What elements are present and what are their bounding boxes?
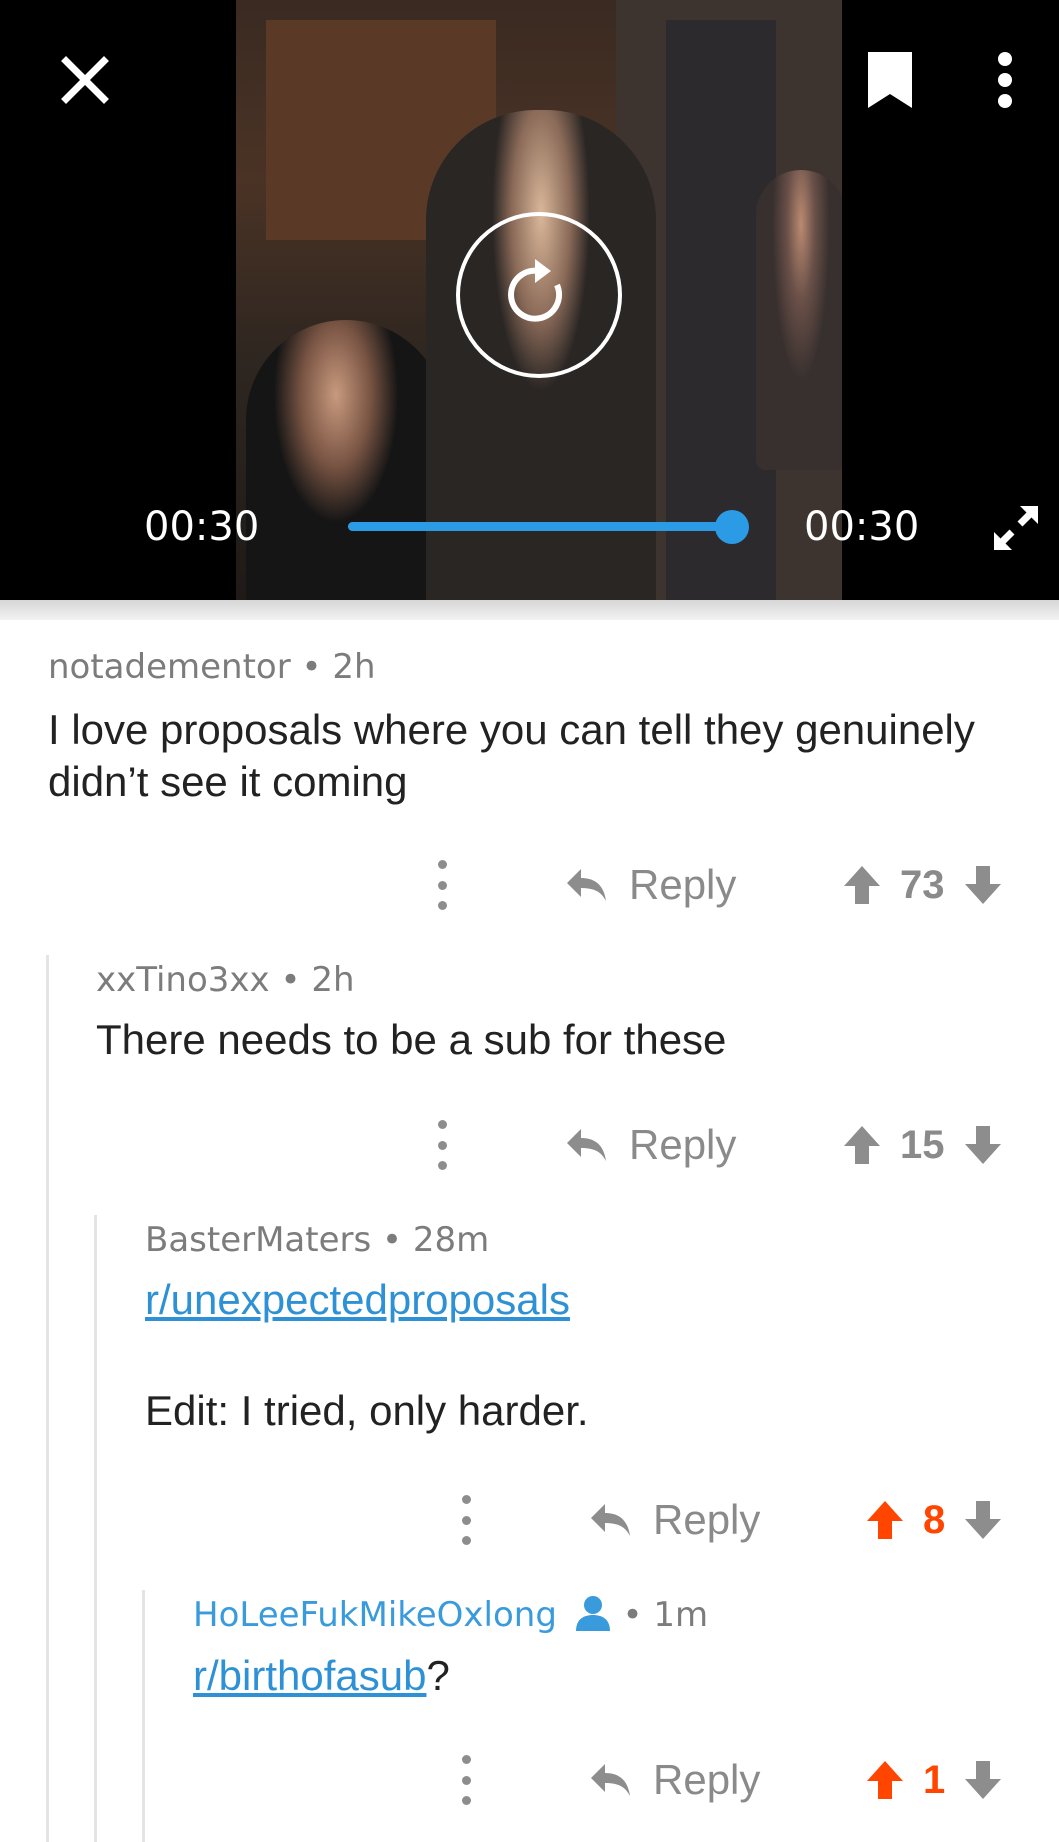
more-options-button[interactable] xyxy=(980,45,1030,115)
reply-button[interactable]: Reply xyxy=(589,1490,760,1550)
comment-age: 28m xyxy=(412,1220,490,1260)
subreddit-link[interactable]: r/birthofasub xyxy=(193,1652,426,1699)
comment-meta: notadementor • 2h xyxy=(48,647,376,687)
upvote-icon[interactable] xyxy=(842,864,882,906)
save-button[interactable] xyxy=(855,45,925,115)
subreddit-link[interactable]: r/unexpectedproposals xyxy=(145,1276,570,1323)
reply-icon xyxy=(567,869,606,901)
comment-age: 2h xyxy=(311,960,355,1000)
vote-score: 8 xyxy=(923,1497,946,1542)
comment-actions: Reply 1 xyxy=(0,1750,1059,1810)
vote-controls: 1 xyxy=(865,1750,1003,1810)
op-user-icon xyxy=(575,1596,610,1631)
downvote-icon[interactable] xyxy=(963,864,1003,906)
reply-icon xyxy=(591,1504,630,1536)
comment-author[interactable]: BasterMaters xyxy=(145,1220,371,1260)
seek-progress xyxy=(348,522,732,531)
thread-indent-line xyxy=(46,955,49,1842)
comment-author[interactable]: xxTino3xx xyxy=(96,960,270,1000)
more-vertical-icon xyxy=(998,52,1012,108)
comment-body: There needs to be a sub for these xyxy=(96,1016,727,1063)
comment-actions: Reply 8 xyxy=(0,1490,1059,1550)
reply-icon xyxy=(591,1764,630,1796)
comment-more-icon[interactable] xyxy=(427,1120,457,1170)
downvote-icon[interactable] xyxy=(963,1759,1003,1801)
close-icon xyxy=(61,56,109,104)
close-button[interactable] xyxy=(50,45,120,115)
comment-link-line: r/unexpectedproposals xyxy=(145,1274,1035,1326)
video-player[interactable]: 00:30 00:30 xyxy=(0,0,1059,600)
comment-body-suffix: ? xyxy=(426,1652,450,1699)
replay-icon xyxy=(508,259,562,322)
comment-author[interactable]: HoLeeFukMikeOxlong xyxy=(193,1595,557,1635)
comment-age: 1m xyxy=(653,1595,709,1635)
vote-controls: 15 xyxy=(842,1115,1003,1175)
reply-label: Reply xyxy=(629,1121,737,1168)
comment-more-icon[interactable] xyxy=(451,1755,481,1805)
vote-score: 73 xyxy=(900,862,945,907)
comment-meta: HoLeeFukMikeOxlong • 1m xyxy=(193,1595,709,1635)
reply-label: Reply xyxy=(653,1756,761,1803)
seek-bar[interactable] xyxy=(348,510,749,544)
vote-controls: 8 xyxy=(865,1490,1003,1550)
fullscreen-button[interactable] xyxy=(990,498,1042,558)
comment-actions: Reply 73 xyxy=(0,855,1059,915)
vote-score: 15 xyxy=(900,1122,945,1167)
upvote-icon[interactable] xyxy=(842,1124,882,1166)
comment-age: 2h xyxy=(332,647,376,687)
downvote-icon[interactable] xyxy=(963,1124,1003,1166)
reply-button[interactable]: Reply xyxy=(565,1115,736,1175)
comment-body: r/birthofasub? xyxy=(193,1650,1033,1702)
reply-icon xyxy=(567,1129,606,1161)
comment-more-icon[interactable] xyxy=(451,1495,481,1545)
vote-controls: 73 xyxy=(842,855,1003,915)
reply-label: Reply xyxy=(629,861,737,908)
comment-more-icon[interactable] xyxy=(427,860,457,910)
upvote-icon[interactable] xyxy=(865,1759,905,1801)
reply-label: Reply xyxy=(653,1496,761,1543)
fullscreen-icon xyxy=(994,506,1038,550)
comment-body: Edit: I tried, only harder. xyxy=(145,1387,589,1434)
comment-actions: Reply 15 xyxy=(0,1115,1059,1175)
upvote-icon[interactable] xyxy=(865,1499,905,1541)
comment-meta: xxTino3xx • 2h xyxy=(96,960,355,1000)
reply-button[interactable]: Reply xyxy=(565,855,736,915)
replay-button[interactable] xyxy=(456,212,622,378)
comment-body: I love proposals where you can tell they… xyxy=(48,706,975,805)
current-time: 00:30 xyxy=(144,504,260,550)
comment-author[interactable]: notadementor xyxy=(48,647,291,687)
vote-score: 1 xyxy=(923,1757,946,1802)
bookmark-icon xyxy=(868,52,912,108)
downvote-icon[interactable] xyxy=(963,1499,1003,1541)
seek-handle[interactable] xyxy=(715,510,749,544)
reply-button[interactable]: Reply xyxy=(589,1750,760,1810)
video-divider xyxy=(0,600,1059,620)
duration: 00:30 xyxy=(804,504,920,550)
comment-meta: BasterMaters • 28m xyxy=(145,1220,490,1260)
